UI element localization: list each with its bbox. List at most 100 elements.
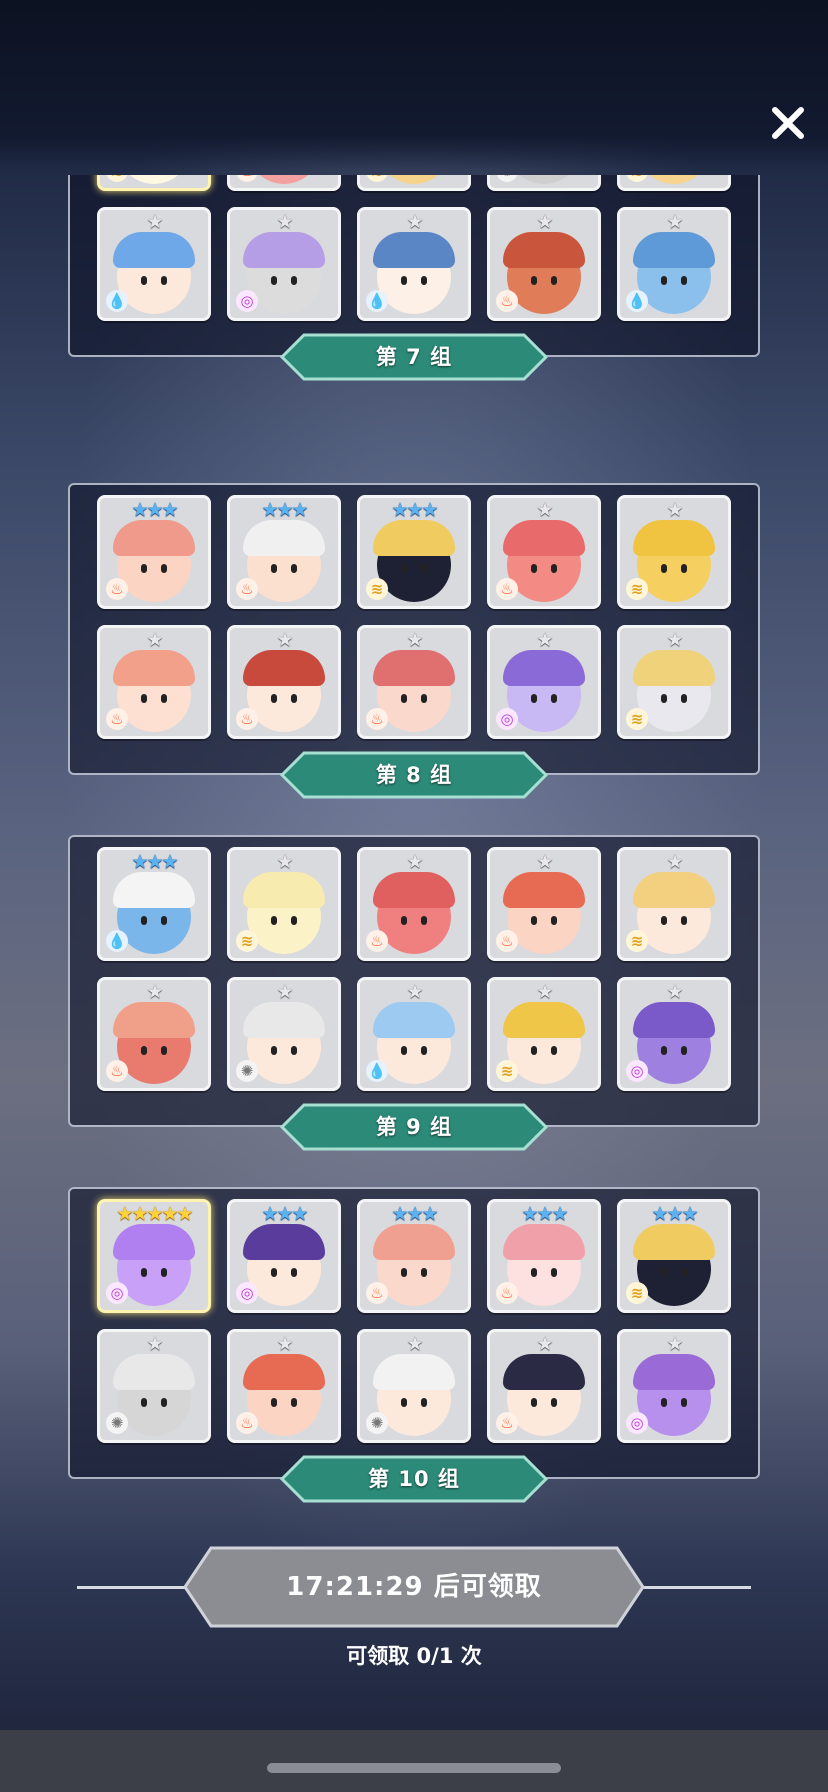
wind-element-icon: ≋ (366, 578, 388, 600)
light-element-icon: ✺ (366, 1412, 388, 1434)
light-element-icon: ✺ (106, 1412, 128, 1434)
group-label: 第 7 组 (280, 333, 548, 381)
hero-portrait (373, 1353, 455, 1436)
hero-card[interactable]: ★ ♨ (97, 625, 211, 739)
hero-portrait (503, 1223, 585, 1306)
hero-portrait (113, 1223, 195, 1306)
hero-card[interactable]: ★★★ ◎ (227, 1199, 341, 1313)
hero-card[interactable]: ★★★ ♨ (357, 1199, 471, 1313)
hero-card[interactable]: ★ ♨ (487, 495, 601, 609)
hero-portrait (633, 649, 715, 732)
star-rating: ★★★ (261, 1203, 308, 1225)
hero-card[interactable]: ≋ (357, 175, 471, 191)
hero-portrait (113, 519, 195, 602)
hero-portrait (637, 175, 711, 184)
hero-card[interactable]: ★ ◎ (487, 625, 601, 739)
system-bottom-bar (0, 1730, 828, 1792)
hero-card[interactable]: ★ ✺ (357, 1329, 471, 1443)
home-indicator[interactable] (267, 1763, 561, 1773)
hero-card[interactable]: ★ ◎ (227, 207, 341, 321)
hero-card[interactable]: ★ ≋ (617, 625, 731, 739)
hero-card[interactable]: ★ ♨ (357, 847, 471, 961)
close-icon (772, 107, 804, 139)
hero-portrait (633, 231, 715, 314)
hero-card[interactable]: ★ ≋ (617, 847, 731, 961)
hero-card[interactable]: ★ 💧 (357, 977, 471, 1091)
hero-card[interactable]: ★★★ ♨ (97, 495, 211, 609)
star-rating: ★ (666, 629, 683, 651)
group-label: 第 8 组 (280, 751, 548, 799)
group-list[interactable]: ≋♨≋✺≋★💧★◎★💧★♨★💧 第 7 组 ★★★♨★★★♨★★★≋★♨★≋★♨… (0, 175, 828, 1505)
wind-element-icon: ≋ (496, 1060, 518, 1082)
hero-grid: ≋♨≋✺≋★💧★◎★💧★♨★💧 (97, 175, 735, 321)
fire-element-icon: ♨ (496, 578, 518, 600)
star-rating: ★ (146, 981, 163, 1003)
hero-card[interactable]: ★★★ 💧 (97, 847, 211, 961)
fire-element-icon: ♨ (106, 578, 128, 600)
hero-card[interactable]: ≋ (617, 175, 731, 191)
star-rating: ★ (666, 851, 683, 873)
group-label-text: 第 9 组 (375, 1115, 453, 1139)
water-element-icon: 💧 (626, 290, 648, 312)
hero-card[interactable]: ★ ≋ (227, 847, 341, 961)
hero-card[interactable]: ✺ (487, 175, 601, 191)
fire-element-icon: ♨ (236, 708, 258, 730)
hero-card[interactable]: ★ ≋ (487, 977, 601, 1091)
fire-element-icon: ♨ (496, 1282, 518, 1304)
group-label-text: 第 7 组 (375, 345, 453, 369)
hero-card[interactable]: ★ ≋ (617, 495, 731, 609)
hero-card[interactable]: ★★★★★ ◎ (97, 1199, 211, 1313)
hero-card[interactable]: ★ ♨ (487, 847, 601, 961)
star-rating: ★★★ (261, 499, 308, 521)
hero-card[interactable]: ★ ♨ (227, 1329, 341, 1443)
hero-card[interactable]: ≋ (97, 175, 211, 191)
star-rating: ★ (666, 1333, 683, 1355)
hero-card[interactable]: ★ ◎ (617, 1329, 731, 1443)
hero-card[interactable]: ★ ♨ (487, 207, 601, 321)
hero-portrait (243, 871, 325, 954)
fire-element-icon: ♨ (106, 1060, 128, 1082)
hero-card[interactable]: ★★★ ♨ (487, 1199, 601, 1313)
close-button[interactable] (765, 100, 811, 146)
hero-portrait (247, 175, 321, 184)
hero-card[interactable]: ★ ♨ (227, 625, 341, 739)
water-element-icon: 💧 (366, 1060, 388, 1082)
hero-card[interactable]: ★ ♨ (357, 625, 471, 739)
hero-card[interactable]: ★ ✺ (227, 977, 341, 1091)
hero-card[interactable]: ★★★ ♨ (227, 495, 341, 609)
hero-grid: ★★★★★ ◎ ★★★ ◎ ★★★ ♨ ★★★ ♨ ★★★ ≋ ★ ✺ ★ ♨ ★ ✺ ★ ♨ ★ ◎ (97, 1199, 735, 1443)
hero-portrait (117, 175, 191, 184)
hero-card[interactable]: ★ ✺ (97, 1329, 211, 1443)
timer-text: 17:21:29 后可领取 (286, 1572, 542, 1602)
hero-card[interactable]: ★★★ ≋ (357, 495, 471, 609)
fire-element-icon: ♨ (366, 708, 388, 730)
star-rating: ★★★ (391, 499, 438, 521)
star-rating: ★★★ (521, 1203, 568, 1225)
fire-element-icon: ♨ (366, 930, 388, 952)
top-bar (0, 0, 828, 170)
dark-element-icon: ◎ (626, 1412, 648, 1434)
hero-card[interactable]: ★ ♨ (487, 1329, 601, 1443)
hero-card[interactable]: ♨ (227, 175, 341, 191)
hero-portrait (373, 1223, 455, 1306)
wind-element-icon: ≋ (236, 930, 258, 952)
water-element-icon: 💧 (106, 930, 128, 952)
star-rating: ★ (276, 981, 293, 1003)
hero-portrait (243, 1001, 325, 1084)
hero-card[interactable]: ★ 💧 (357, 207, 471, 321)
hero-card[interactable]: ★ ♨ (97, 977, 211, 1091)
star-rating: ★ (536, 499, 553, 521)
hero-portrait (633, 1223, 715, 1306)
hero-card[interactable]: ★ 💧 (97, 207, 211, 321)
hero-card[interactable]: ★★★ ≋ (617, 1199, 731, 1313)
claim-timer-button[interactable]: 17:21:29 后可领取 (183, 1546, 645, 1628)
hero-portrait (377, 175, 451, 184)
hero-card[interactable]: ★ 💧 (617, 207, 731, 321)
hero-card[interactable]: ★ ◎ (617, 977, 731, 1091)
star-rating: ★★★ (131, 851, 178, 873)
fire-element-icon: ♨ (236, 1412, 258, 1434)
star-rating: ★ (536, 1333, 553, 1355)
dark-element-icon: ◎ (496, 708, 518, 730)
group-panel-9: ★★★ 💧 ★ ≋ ★ ♨ ★ ♨ ★ ≋ ★ ♨ ★ ✺ ★ 💧 ★ ≋ ★ ◎ 第 9 组 (68, 835, 760, 1151)
fire-element-icon: ♨ (106, 708, 128, 730)
